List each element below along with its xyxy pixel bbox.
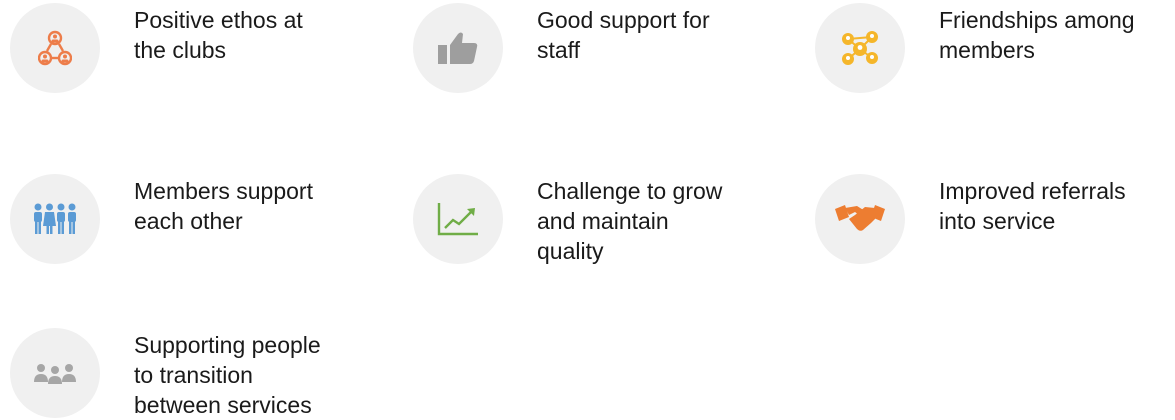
icon-circle — [815, 174, 905, 264]
icon-circle — [10, 3, 100, 93]
group-people-icon — [32, 202, 78, 236]
three-people-icon — [33, 361, 77, 385]
item-label: Friendships among members — [939, 7, 1135, 63]
item-positive-ethos: Positive ethos at the clubs — [10, 3, 303, 93]
icon-circle — [815, 3, 905, 93]
item-label: Challenge to grow and maintain quality — [537, 178, 723, 264]
item-friendships: Friendships among members — [815, 3, 1135, 93]
icon-circle — [413, 174, 503, 264]
item-label: Positive ethos at the clubs — [134, 7, 303, 63]
thumbs-up-icon — [436, 30, 480, 66]
item-label: Supporting people to transition between … — [134, 332, 321, 418]
item-members-support: Members support each other — [10, 174, 313, 264]
growth-chart-icon — [436, 201, 480, 237]
icon-circle — [413, 3, 503, 93]
item-good-support: Good support for staff — [413, 3, 710, 93]
item-supporting-transition: Supporting people to transition between … — [10, 328, 321, 420]
handshake-icon — [835, 203, 885, 235]
item-improved-referrals: Improved referrals into service — [815, 174, 1126, 264]
item-challenge-grow: Challenge to grow and maintain quality — [413, 174, 722, 266]
item-label: Good support for staff — [537, 7, 710, 63]
icon-circle — [10, 174, 100, 264]
icon-circle — [10, 328, 100, 418]
item-label: Members support each other — [134, 178, 313, 234]
item-label: Improved referrals into service — [939, 178, 1126, 234]
people-network-icon — [38, 30, 72, 66]
connected-people-icon — [838, 27, 882, 69]
